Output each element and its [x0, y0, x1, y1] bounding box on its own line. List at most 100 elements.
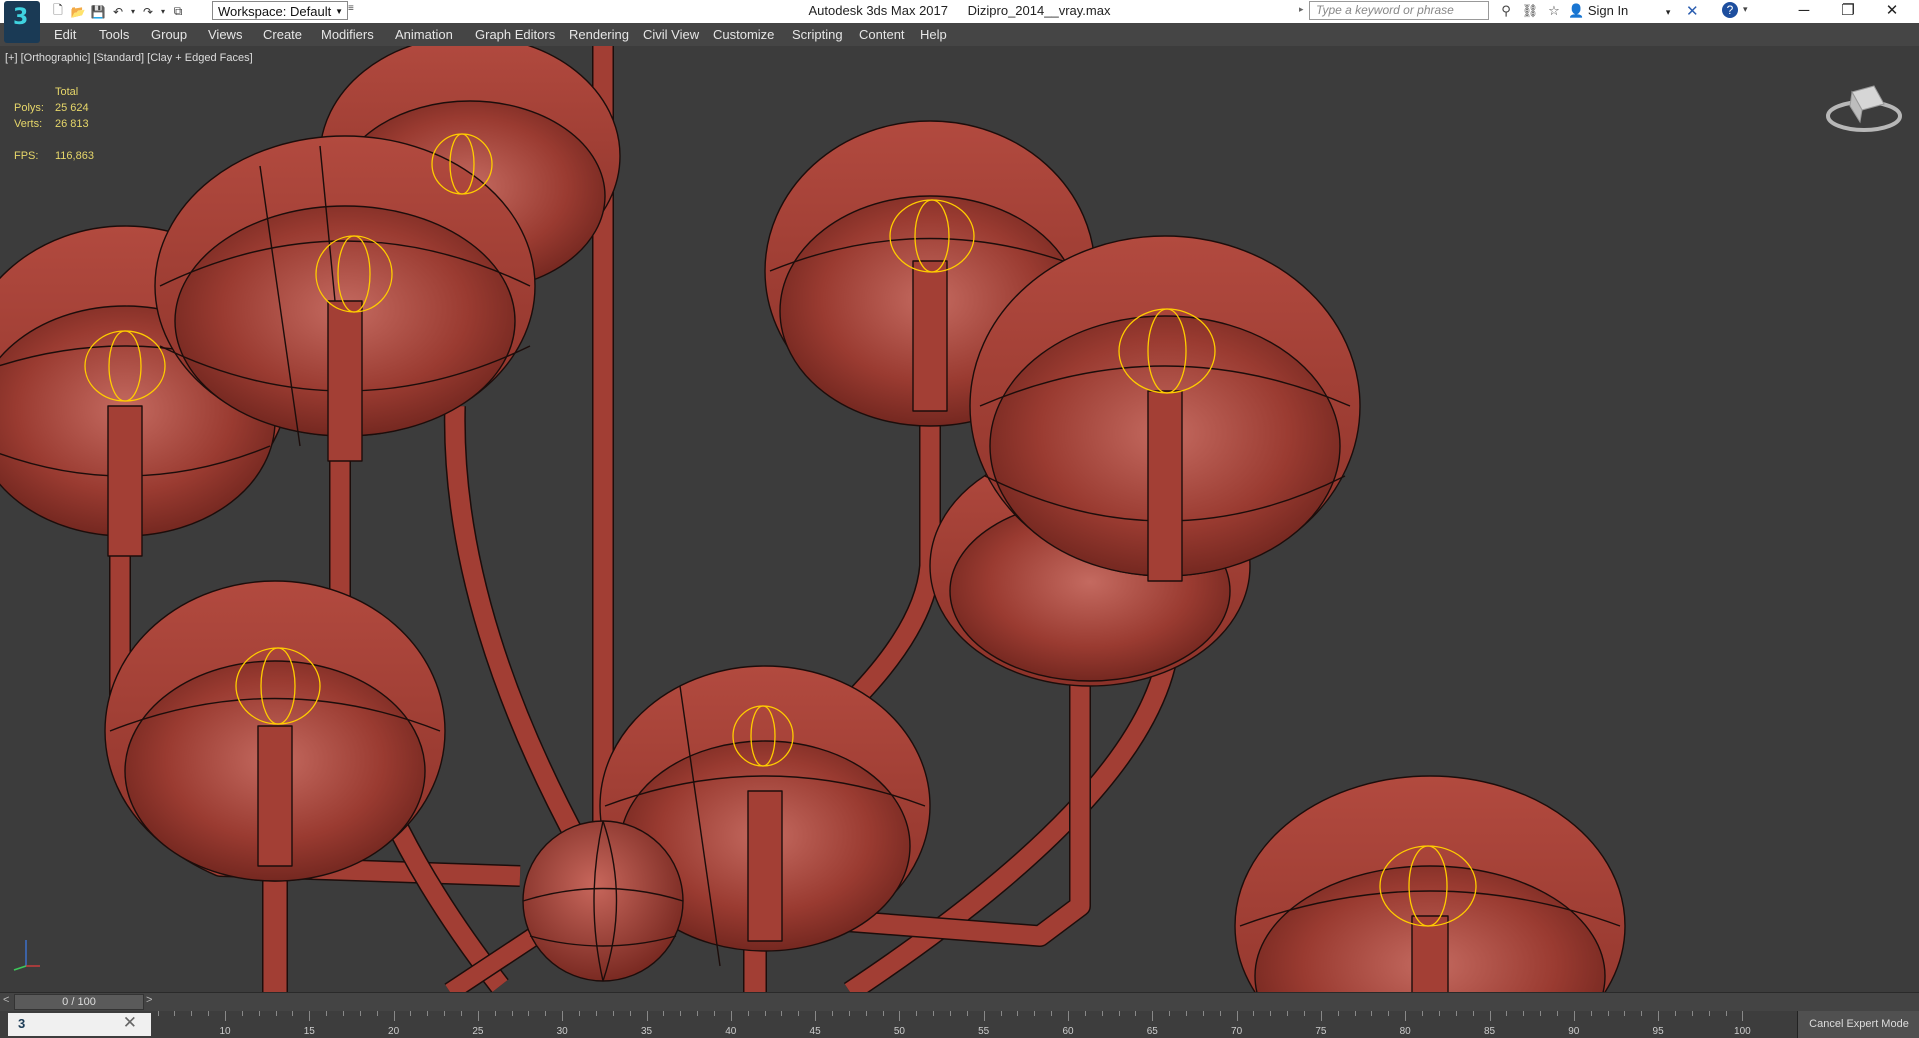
- restore-button[interactable]: ❐: [1826, 1, 1870, 21]
- exchange-apps-icon[interactable]: ✕: [1686, 2, 1699, 20]
- ruler-tick: [258, 1011, 260, 1016]
- ruler-label: 90: [1568, 1026, 1580, 1037]
- ruler-tick: [1472, 1011, 1474, 1016]
- chevron-down-icon: ▼: [335, 7, 343, 16]
- perspective-viewport[interactable]: [+] [Orthographic] [Standard] [Clay + Ed…: [0, 46, 1919, 992]
- ruler-label: 100: [1734, 1026, 1751, 1037]
- viewport-statistics: Total Polys: 25 624 Verts: 26 813 FPS: 116,…: [14, 84, 94, 164]
- maxscript-mini-listener[interactable]: 3 ✕: [8, 1013, 151, 1036]
- customize-toolbar-icon[interactable]: ≡: [348, 3, 354, 14]
- viewcube-icon[interactable]: [1824, 76, 1904, 136]
- workspace-label: Workspace: Default: [218, 4, 332, 19]
- help-icon[interactable]: ?: [1722, 2, 1738, 18]
- ruler-tick: [1573, 1011, 1575, 1021]
- ruler-tick: [208, 1011, 210, 1016]
- menu-group[interactable]: Group: [151, 27, 187, 42]
- ruler-label: 80: [1399, 1026, 1411, 1037]
- menu-content[interactable]: Content: [859, 27, 905, 42]
- ruler-tick: [461, 1011, 463, 1016]
- ruler-label: 35: [640, 1026, 653, 1037]
- ruler-tick: [309, 1011, 311, 1021]
- ruler-tick: [730, 1011, 732, 1021]
- menu-graph-editors[interactable]: Graph Editors: [475, 27, 555, 42]
- menu-civil-view[interactable]: Civil View: [643, 27, 699, 42]
- binoculars-icon[interactable]: ⚲: [1494, 3, 1518, 19]
- ruler-tick: [1540, 1011, 1542, 1016]
- redo-icon[interactable]: ↷: [138, 3, 158, 20]
- ruler-tick: [562, 1011, 564, 1021]
- quick-access-toolbar: 🗋 📂 💾 ↶ ▾ ↷ ▾ ⧉: [48, 3, 188, 20]
- ruler-label: 40: [725, 1026, 737, 1037]
- ruler-tick: [680, 1011, 682, 1016]
- time-slider-bar: < 0 / 100 >: [0, 992, 1919, 1012]
- ruler-tick: [781, 1011, 783, 1016]
- menu-customize[interactable]: Customize: [713, 27, 774, 42]
- ruler-tick: [882, 1011, 884, 1016]
- subscription-icon[interactable]: ⛓: [1518, 3, 1542, 19]
- ruler-tick: [157, 1011, 159, 1016]
- menu-views[interactable]: Views: [208, 27, 242, 42]
- new-file-icon[interactable]: 🗋: [48, 3, 68, 20]
- help-dropdown-icon[interactable]: ▾: [1743, 4, 1748, 15]
- ruler-tick: [376, 1011, 378, 1016]
- ruler-tick: [1489, 1011, 1491, 1021]
- menu-tools[interactable]: Tools: [99, 27, 129, 42]
- time-slider[interactable]: 0 / 100: [14, 994, 144, 1010]
- bottom-bar: 3 ✕ 10 15 20 25 30 35 40 45 50 55 60 65 70 75 80 85 90 95…: [0, 1011, 1919, 1038]
- fps-value: 116,863: [55, 150, 94, 162]
- ruler-tick: [1455, 1011, 1457, 1016]
- ruler-tick: [579, 1011, 581, 1016]
- project-folder-icon[interactable]: ⧉: [168, 3, 188, 20]
- close-icon[interactable]: ✕: [123, 1013, 137, 1033]
- ruler-tick: [494, 1011, 496, 1016]
- search-expand-icon[interactable]: ▸: [1299, 4, 1304, 15]
- minimize-button[interactable]: ─: [1782, 1, 1826, 21]
- ruler-label: 25: [472, 1026, 484, 1037]
- ruler-tick: [1017, 1011, 1019, 1016]
- undo-dropdown-icon[interactable]: ▾: [128, 3, 138, 20]
- ruler-tick: [663, 1011, 665, 1016]
- search-input[interactable]: Type a keyword or phrase: [1309, 1, 1489, 20]
- menu-scripting[interactable]: Scripting: [792, 27, 843, 42]
- menu-edit[interactable]: Edit: [54, 27, 76, 42]
- ruler-label: 55: [978, 1026, 990, 1037]
- ruler-tick: [241, 1011, 243, 1016]
- viewport-label[interactable]: [+] [Orthographic] [Standard] [Clay + Ed…: [5, 52, 253, 64]
- previous-frame-icon[interactable]: <: [3, 994, 9, 1006]
- menu-rendering[interactable]: Rendering: [569, 27, 629, 42]
- close-button[interactable]: ✕: [1870, 1, 1914, 21]
- workspace-dropdown[interactable]: Workspace: Default ▼: [212, 1, 348, 20]
- ruler-tick: [595, 1011, 597, 1016]
- save-icon[interactable]: 💾: [88, 3, 108, 20]
- verts-value: 26 813: [55, 118, 89, 130]
- menu-help[interactable]: Help: [920, 27, 947, 42]
- favorites-star-icon[interactable]: ☆: [1542, 3, 1566, 19]
- ruler-tick: [1253, 1011, 1255, 1016]
- app-logo-icon[interactable]: 3: [4, 1, 40, 43]
- menu-animation[interactable]: Animation: [395, 27, 453, 42]
- max-small-icon: 3: [18, 1016, 26, 1031]
- ruler-tick: [966, 1011, 968, 1016]
- open-file-icon[interactable]: 📂: [68, 3, 88, 20]
- sign-in-label: Sign In: [1587, 3, 1629, 18]
- app-title: Autodesk 3ds Max 2017: [808, 3, 948, 18]
- chevron-down-icon: ▾: [1665, 7, 1671, 17]
- redo-dropdown-icon[interactable]: ▾: [158, 3, 168, 20]
- chandelier-model[interactable]: [0, 46, 1919, 992]
- cancel-expert-mode-button[interactable]: Cancel Expert Mode: [1797, 1011, 1919, 1038]
- sign-in-button[interactable]: 👤 Sign In ▾: [1568, 3, 1670, 19]
- next-frame-icon[interactable]: >: [146, 994, 152, 1006]
- verts-label: Verts:: [14, 118, 43, 130]
- undo-icon[interactable]: ↶: [108, 3, 128, 20]
- ruler-tick: [477, 1011, 479, 1021]
- menu-modifiers[interactable]: Modifiers: [321, 27, 374, 42]
- ruler-tick: [1742, 1011, 1744, 1021]
- menu-create[interactable]: Create: [263, 27, 302, 42]
- ruler-tick: [1523, 1011, 1525, 1016]
- ruler-tick: [949, 1011, 951, 1016]
- ruler-tick: [1388, 1011, 1390, 1016]
- ruler-tick: [326, 1011, 328, 1016]
- ruler-tick: [1624, 1011, 1626, 1016]
- ruler-label: 15: [303, 1026, 315, 1037]
- track-bar-ruler[interactable]: 10 15 20 25 30 35 40 45 50 55 60 65 70 75 80 85 90 95 100: [152, 1011, 1751, 1038]
